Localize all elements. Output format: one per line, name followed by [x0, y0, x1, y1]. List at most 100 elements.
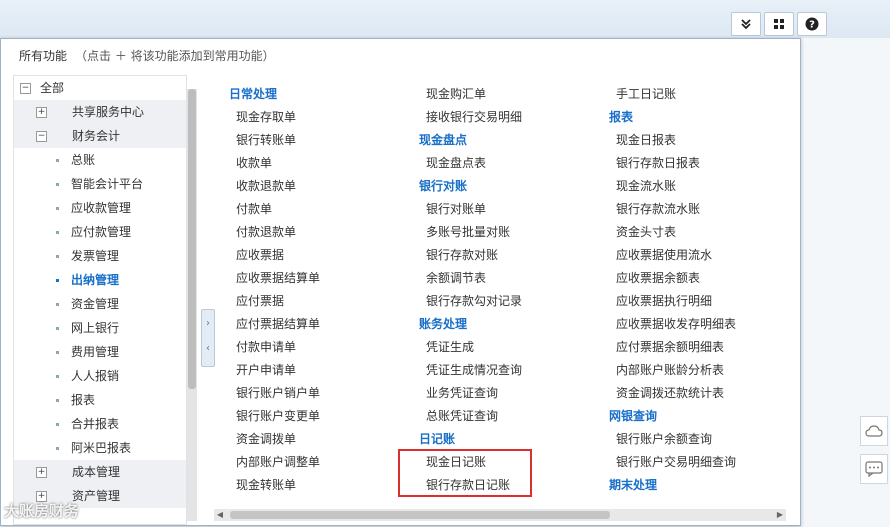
tree-item[interactable]: 阿米巴报表 [14, 436, 186, 460]
function-link[interactable]: 现金盘点表 [419, 152, 522, 175]
function-link[interactable]: 应收票据执行明细 [609, 290, 736, 313]
tree-item-label: 应付款管理 [71, 225, 132, 239]
function-link[interactable]: 内部账户调整单 [229, 451, 320, 474]
tree-item-label: 智能会计平台 [71, 177, 144, 191]
function-link[interactable]: 应收票据收发存明细表 [609, 313, 736, 336]
function-link[interactable]: 银行存款对账 [419, 244, 522, 267]
tree-item-label: 资产管理 [72, 489, 121, 503]
function-link[interactable]: 资金调拨还款统计表 [609, 382, 736, 405]
function-link[interactable]: 内部账户账龄分析表 [609, 359, 736, 382]
bullet-icon [56, 327, 59, 330]
collapse-icon[interactable]: − [36, 131, 47, 142]
function-link[interactable]: 应付票据结算单 [229, 313, 320, 336]
tree-item[interactable]: 智能会计平台 [14, 172, 186, 196]
function-link[interactable]: 付款单 [229, 198, 320, 221]
tree-item-label: 阿米巴报表 [71, 441, 132, 455]
function-link[interactable]: 付款申请单 [229, 336, 320, 359]
tree-item-label: 合并报表 [71, 417, 120, 431]
function-link[interactable]: 银行转账单 [229, 129, 320, 152]
function-link[interactable]: 银行存款勾对记录 [419, 290, 522, 313]
function-link[interactable]: 资金头寸表 [609, 221, 736, 244]
tree-item[interactable]: 发票管理 [14, 244, 186, 268]
expand-icon[interactable]: + [36, 467, 47, 478]
function-link[interactable]: 应收票据结算单 [229, 267, 320, 290]
function-link[interactable]: 银行账户交易明细查询 [609, 451, 736, 474]
function-link[interactable]: 收款退款单 [229, 175, 320, 198]
bullet-icon [56, 303, 59, 306]
function-link[interactable]: 银行账户销户单 [229, 382, 320, 405]
function-link[interactable]: 业务凭证查询 [419, 382, 522, 405]
function-link[interactable]: 总账凭证查询 [419, 405, 522, 428]
panel-header: 所有功能 （点击 ＋ 将该功能添加到常用功能） [19, 47, 275, 64]
tree-item[interactable]: − 全部 [14, 76, 186, 100]
collapse-icon[interactable]: − [20, 83, 31, 94]
function-link[interactable]: 资金调拨单 [229, 428, 320, 451]
tree-item[interactable]: − 财务会计 [14, 124, 186, 148]
function-link[interactable]: 应收票据余额表 [609, 267, 736, 290]
function-link[interactable]: 凭证生成 [419, 336, 522, 359]
highlight-box [398, 449, 532, 497]
tree-scrollbar[interactable] [187, 89, 197, 521]
collapse-toggle[interactable]: › ‹ [201, 309, 215, 367]
grid-icon[interactable] [764, 12, 794, 36]
function-link[interactable]: 手工日记账 [609, 83, 736, 106]
tree-item[interactable]: 应收款管理 [14, 196, 186, 220]
content-scrollbar[interactable]: ◀ ▶ [214, 509, 786, 521]
tree-item[interactable]: 应付款管理 [14, 220, 186, 244]
expand-icon[interactable]: + [36, 107, 47, 118]
tree-item[interactable]: 人人报销 [14, 364, 186, 388]
tree-item-label: 出纳管理 [71, 273, 120, 287]
cloud-icon[interactable] [860, 416, 888, 446]
tree-item[interactable]: 合并报表 [14, 412, 186, 436]
function-link[interactable]: 接收银行交易明细 [419, 106, 522, 129]
tree-item[interactable]: 出纳管理 [14, 268, 186, 292]
tree-item-label: 成本管理 [72, 465, 121, 479]
function-link[interactable]: 现金流水账 [609, 175, 736, 198]
content-scrollbar-thumb[interactable] [230, 511, 610, 519]
function-link[interactable]: 现金存取单 [229, 106, 320, 129]
watermark: 大账房财务 [4, 502, 80, 520]
function-link[interactable]: 应收票据 [229, 244, 320, 267]
function-link[interactable]: 余额调节表 [419, 267, 522, 290]
function-link[interactable]: 现金转账单 [229, 474, 320, 497]
top-bar: ? [0, 0, 890, 39]
tree-item-label: 人人报销 [71, 369, 120, 383]
function-link[interactable]: 银行账户变更单 [229, 405, 320, 428]
scroll-left-icon[interactable]: ◀ [214, 509, 226, 521]
tree-item[interactable]: 资金管理 [14, 292, 186, 316]
function-link[interactable]: 银行账户余额查询 [609, 428, 736, 451]
function-link[interactable]: 应付票据 [229, 290, 320, 313]
function-link[interactable]: 付款退款单 [229, 221, 320, 244]
function-link[interactable]: 多账号批量对账 [419, 221, 522, 244]
section-heading: 账务处理 [419, 317, 468, 331]
function-link[interactable]: 银行对账单 [419, 198, 522, 221]
tree-item[interactable]: 报表 [14, 388, 186, 412]
bullet-icon [56, 447, 59, 450]
tree-item[interactable]: 总账 [14, 148, 186, 172]
tree-item[interactable]: 费用管理 [14, 340, 186, 364]
function-link[interactable]: 凭证生成情况查询 [419, 359, 522, 382]
function-link[interactable]: 银行存款日报表 [609, 152, 736, 175]
function-link[interactable]: 现金购汇单 [419, 83, 522, 106]
function-link[interactable]: 应付票据余额明细表 [609, 336, 736, 359]
function-link[interactable]: 开户申请单 [229, 359, 320, 382]
function-link[interactable]: 现金日报表 [609, 129, 736, 152]
section-heading: 日常处理 [229, 87, 278, 101]
tree-scrollbar-thumb[interactable] [188, 89, 196, 389]
section-heading: 日记账 [419, 432, 456, 446]
chevron-down-icon[interactable] [731, 12, 761, 36]
function-link[interactable]: 收款单 [229, 152, 320, 175]
tree-item-label: 费用管理 [71, 345, 120, 359]
tree-item-label: 总账 [71, 153, 96, 167]
chat-icon[interactable] [860, 454, 888, 484]
chevron-left-icon: ‹ [206, 343, 210, 354]
function-link[interactable]: 应收票据使用流水 [609, 244, 736, 267]
tree-item[interactable]: 网上银行 [14, 316, 186, 340]
top-toolbar: ? [731, 12, 827, 36]
scroll-right-icon[interactable]: ▶ [774, 509, 786, 521]
function-column-2: 现金购汇单 接收银行交易明细 现金盘点 现金盘点表 银行对账 银行对账单 多账号批量对账 银行… [419, 83, 522, 497]
tree-item[interactable]: + 成本管理 [14, 460, 186, 484]
function-link[interactable]: 银行存款流水账 [609, 198, 736, 221]
tree-item[interactable]: + 共享服务中心 [14, 100, 186, 124]
help-icon[interactable]: ? [797, 12, 827, 36]
